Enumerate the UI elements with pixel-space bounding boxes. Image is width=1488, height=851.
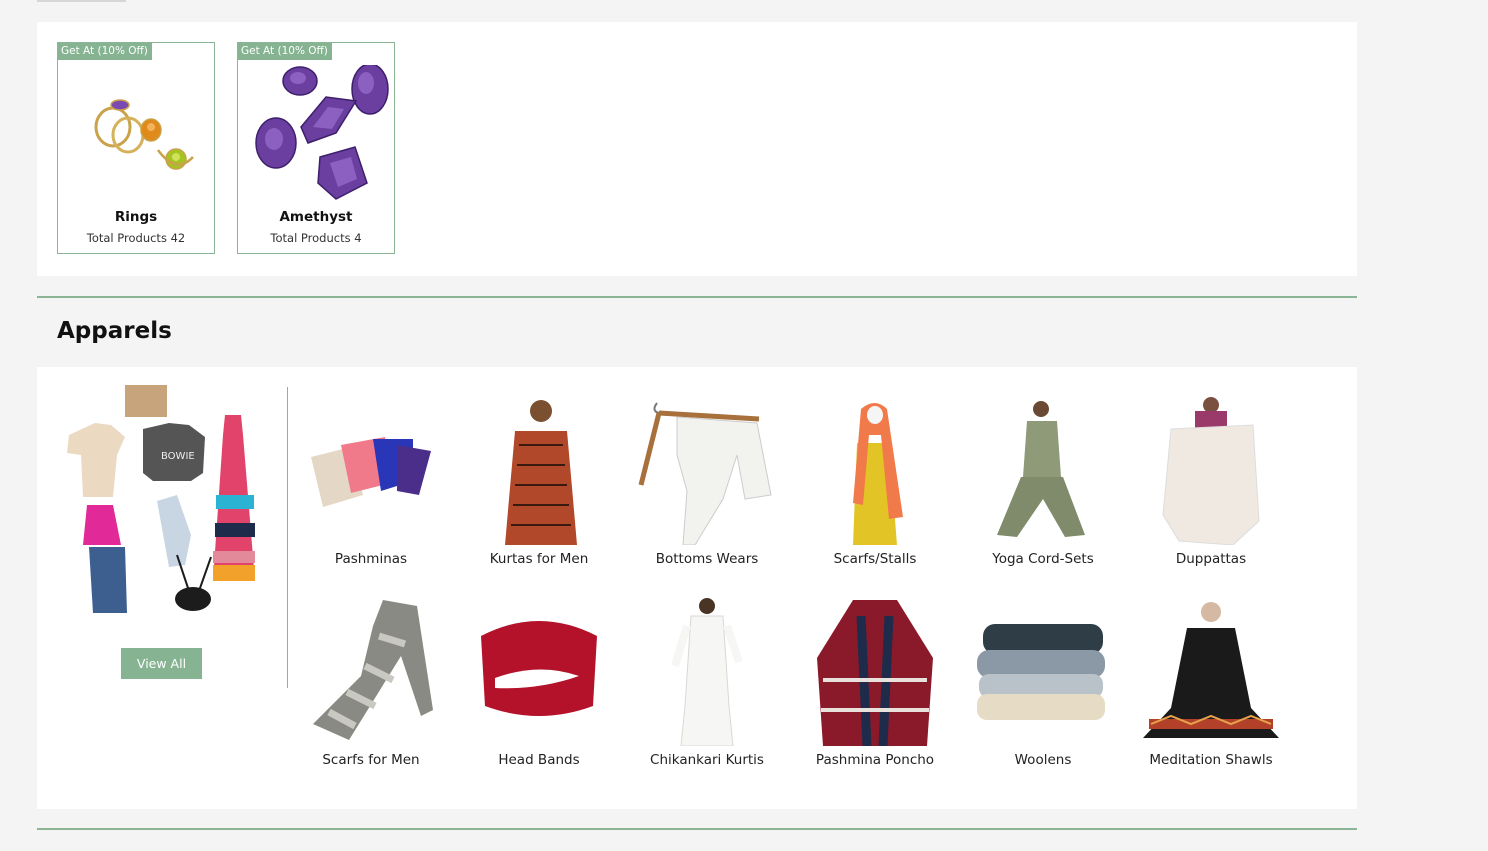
category-woolens[interactable]: Woolens	[959, 596, 1127, 786]
white-trousers-on-hanger-image	[638, 402, 772, 545]
category-label: Woolens	[1014, 752, 1072, 768]
category-label: Scarfs for Men	[322, 752, 420, 768]
apparels-collage-image: BOWIE	[67, 385, 255, 613]
category-meditation-shawls[interactable]: Meditation Shawls	[1127, 596, 1295, 786]
category-label: Chikankari Kurtis	[650, 752, 764, 768]
category-head-bands[interactable]: Head Bands	[455, 596, 623, 786]
red-headband-image	[481, 621, 597, 716]
category-pashminas[interactable]: Pashminas	[287, 395, 455, 585]
category-label: Kurtas for Men	[489, 551, 589, 567]
category-pashmina-poncho[interactable]: Pashmina Poncho	[791, 596, 959, 786]
grey-striped-scarf-image	[313, 600, 433, 740]
category-scarfs-for-men[interactable]: Scarfs for Men	[287, 596, 455, 786]
view-all-button[interactable]: View All	[121, 648, 202, 679]
deal-card-amethyst[interactable]: Get At (10% Off) Amethyst Total Products…	[237, 42, 395, 254]
category-label: Duppattas	[1175, 551, 1247, 567]
category-bottoms-wears[interactable]: Bottoms Wears	[623, 395, 791, 585]
category-label: Yoga Cord-Sets	[992, 551, 1094, 567]
discount-badge: Get At (10% Off)	[238, 43, 332, 60]
section-divider	[37, 296, 1357, 298]
amethyst-gems-image	[255, 65, 389, 200]
white-chikankari-kurti-image	[671, 598, 743, 746]
section-title-apparels: Apparels	[57, 318, 172, 344]
top-tab-indicator	[37, 0, 126, 2]
category-label: Meditation Shawls	[1149, 752, 1273, 768]
scarf-on-mannequin-image	[853, 403, 903, 545]
category-yoga-cord-sets[interactable]: Yoga Cord-Sets	[959, 395, 1127, 585]
discount-badge: Get At (10% Off)	[58, 43, 152, 60]
card-title: Amethyst	[279, 209, 353, 225]
category-label: Pashminas	[334, 551, 408, 567]
category-label: Pashmina Poncho	[815, 752, 935, 768]
yoga-cord-set-image	[997, 401, 1085, 537]
deal-card-rings[interactable]: Get At (10% Off) Rings Total Products 42	[57, 42, 215, 254]
category-duppattas[interactable]: Duppattas	[1127, 395, 1295, 585]
mens-kurta-image	[505, 400, 577, 545]
category-chikankari-kurtis[interactable]: Chikankari Kurtis	[623, 596, 791, 786]
card-title: Rings	[114, 209, 158, 225]
rings-image	[94, 99, 194, 170]
stacked-woolens-image	[977, 624, 1105, 720]
plaid-poncho-image	[817, 600, 933, 746]
category-label: Scarfs/Stalls	[833, 551, 917, 567]
meditation-shawl-image	[1143, 602, 1279, 738]
category-kurtas-for-men[interactable]: Kurtas for Men	[455, 395, 623, 585]
card-product-count: Total Products 4	[270, 231, 362, 245]
apparels-panel: BOWIE View All Pashminas Kurtas for Men	[37, 367, 1357, 809]
section-divider	[37, 828, 1357, 830]
folded-pashminas-image	[311, 437, 431, 507]
white-dupatta-image	[1162, 397, 1260, 545]
category-label: Head Bands	[498, 752, 580, 768]
jewellery-deals-panel: Get At (10% Off) Rings Total Products 42…	[37, 22, 1357, 276]
category-scarfs-stalls[interactable]: Scarfs/Stalls	[791, 395, 959, 585]
category-label: Bottoms Wears	[655, 551, 759, 567]
card-product-count: Total Products 42	[86, 231, 186, 245]
svg-text:BOWIE: BOWIE	[161, 451, 195, 462]
